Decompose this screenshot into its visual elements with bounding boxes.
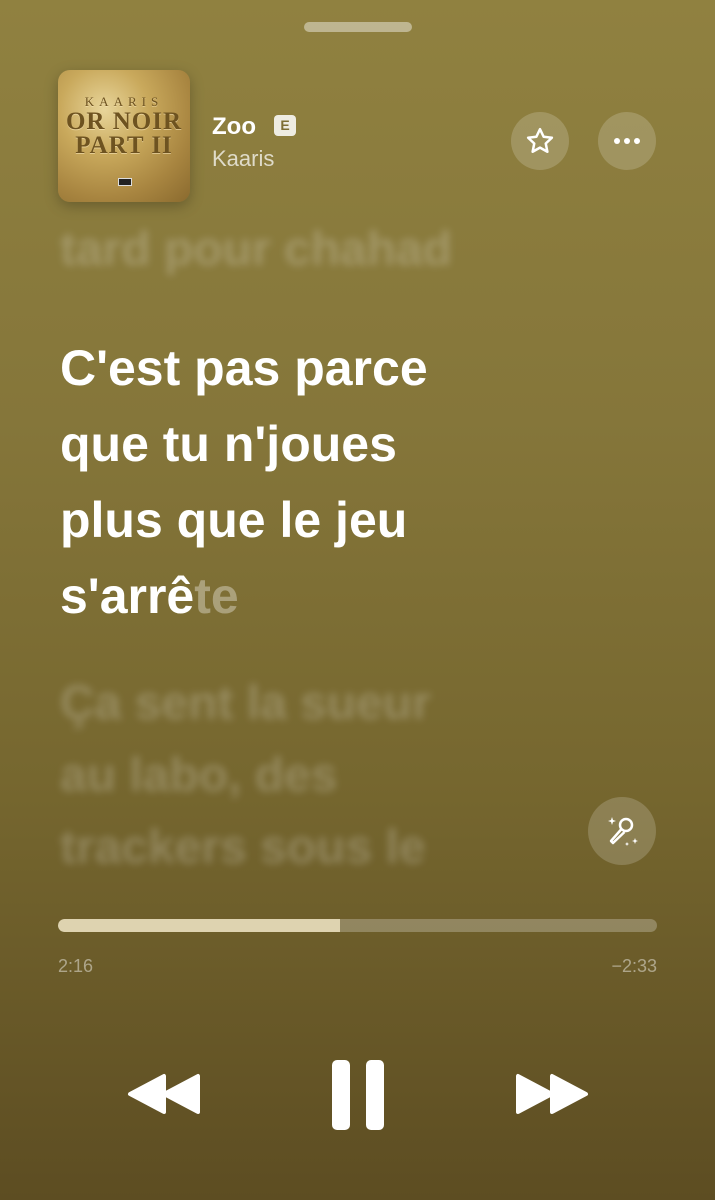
lyric-next-line[interactable]: Ça sent la sueur	[60, 676, 431, 731]
artist-name[interactable]: Kaaris	[212, 146, 274, 172]
lyric-current-line: plus que le jeu	[60, 492, 408, 548]
lyric-sung-text: s'arrê	[60, 568, 195, 624]
favorite-button[interactable]	[511, 112, 569, 170]
album-art-title: OR NOIR PART II	[58, 108, 190, 159]
lyric-current-line-partial: s'arrête	[60, 558, 580, 634]
sing-mode-button[interactable]	[588, 797, 656, 865]
album-art-title-line1: OR NOIR	[65, 108, 183, 135]
lyric-unsung-text: te	[194, 568, 239, 624]
progress-fill	[58, 919, 340, 932]
lyric-current-line: que tu n'joues	[60, 416, 397, 472]
remaining-time: −2:33	[611, 956, 657, 976]
rewind-button[interactable]	[124, 1064, 204, 1124]
more-options-button[interactable]	[598, 112, 656, 170]
explicit-badge: E	[274, 115, 296, 136]
star-icon	[526, 127, 554, 153]
fast-forward-button[interactable]	[512, 1064, 592, 1124]
lyric-previous-line[interactable]: tard pour chahad	[60, 222, 452, 277]
lyric-current-line: C'est pas parce	[60, 340, 428, 396]
playback-progress-slider[interactable]	[58, 919, 657, 932]
elapsed-time: 2:16	[58, 956, 94, 976]
album-art-title-line2: PART II	[75, 132, 173, 159]
rewind-icon	[128, 1074, 200, 1114]
parental-advisory-badge	[118, 178, 132, 186]
song-title[interactable]: Zoo	[212, 113, 256, 141]
pause-button[interactable]	[322, 1050, 394, 1140]
fast-forward-icon	[516, 1074, 588, 1114]
sheet-grabber-handle[interactable]	[304, 22, 412, 32]
microphone-sparkle-icon	[608, 817, 638, 846]
lyric-next-line[interactable]: trackers sous le	[60, 820, 426, 875]
lyric-next-line[interactable]: au labo, des	[60, 748, 337, 803]
ellipsis-icon	[614, 138, 640, 144]
lyric-current[interactable]: C'est pas parce que tu n'joues plus que …	[60, 330, 580, 634]
pause-icon	[332, 1060, 384, 1130]
album-art[interactable]: KAARIS OR NOIR PART II	[58, 70, 190, 202]
